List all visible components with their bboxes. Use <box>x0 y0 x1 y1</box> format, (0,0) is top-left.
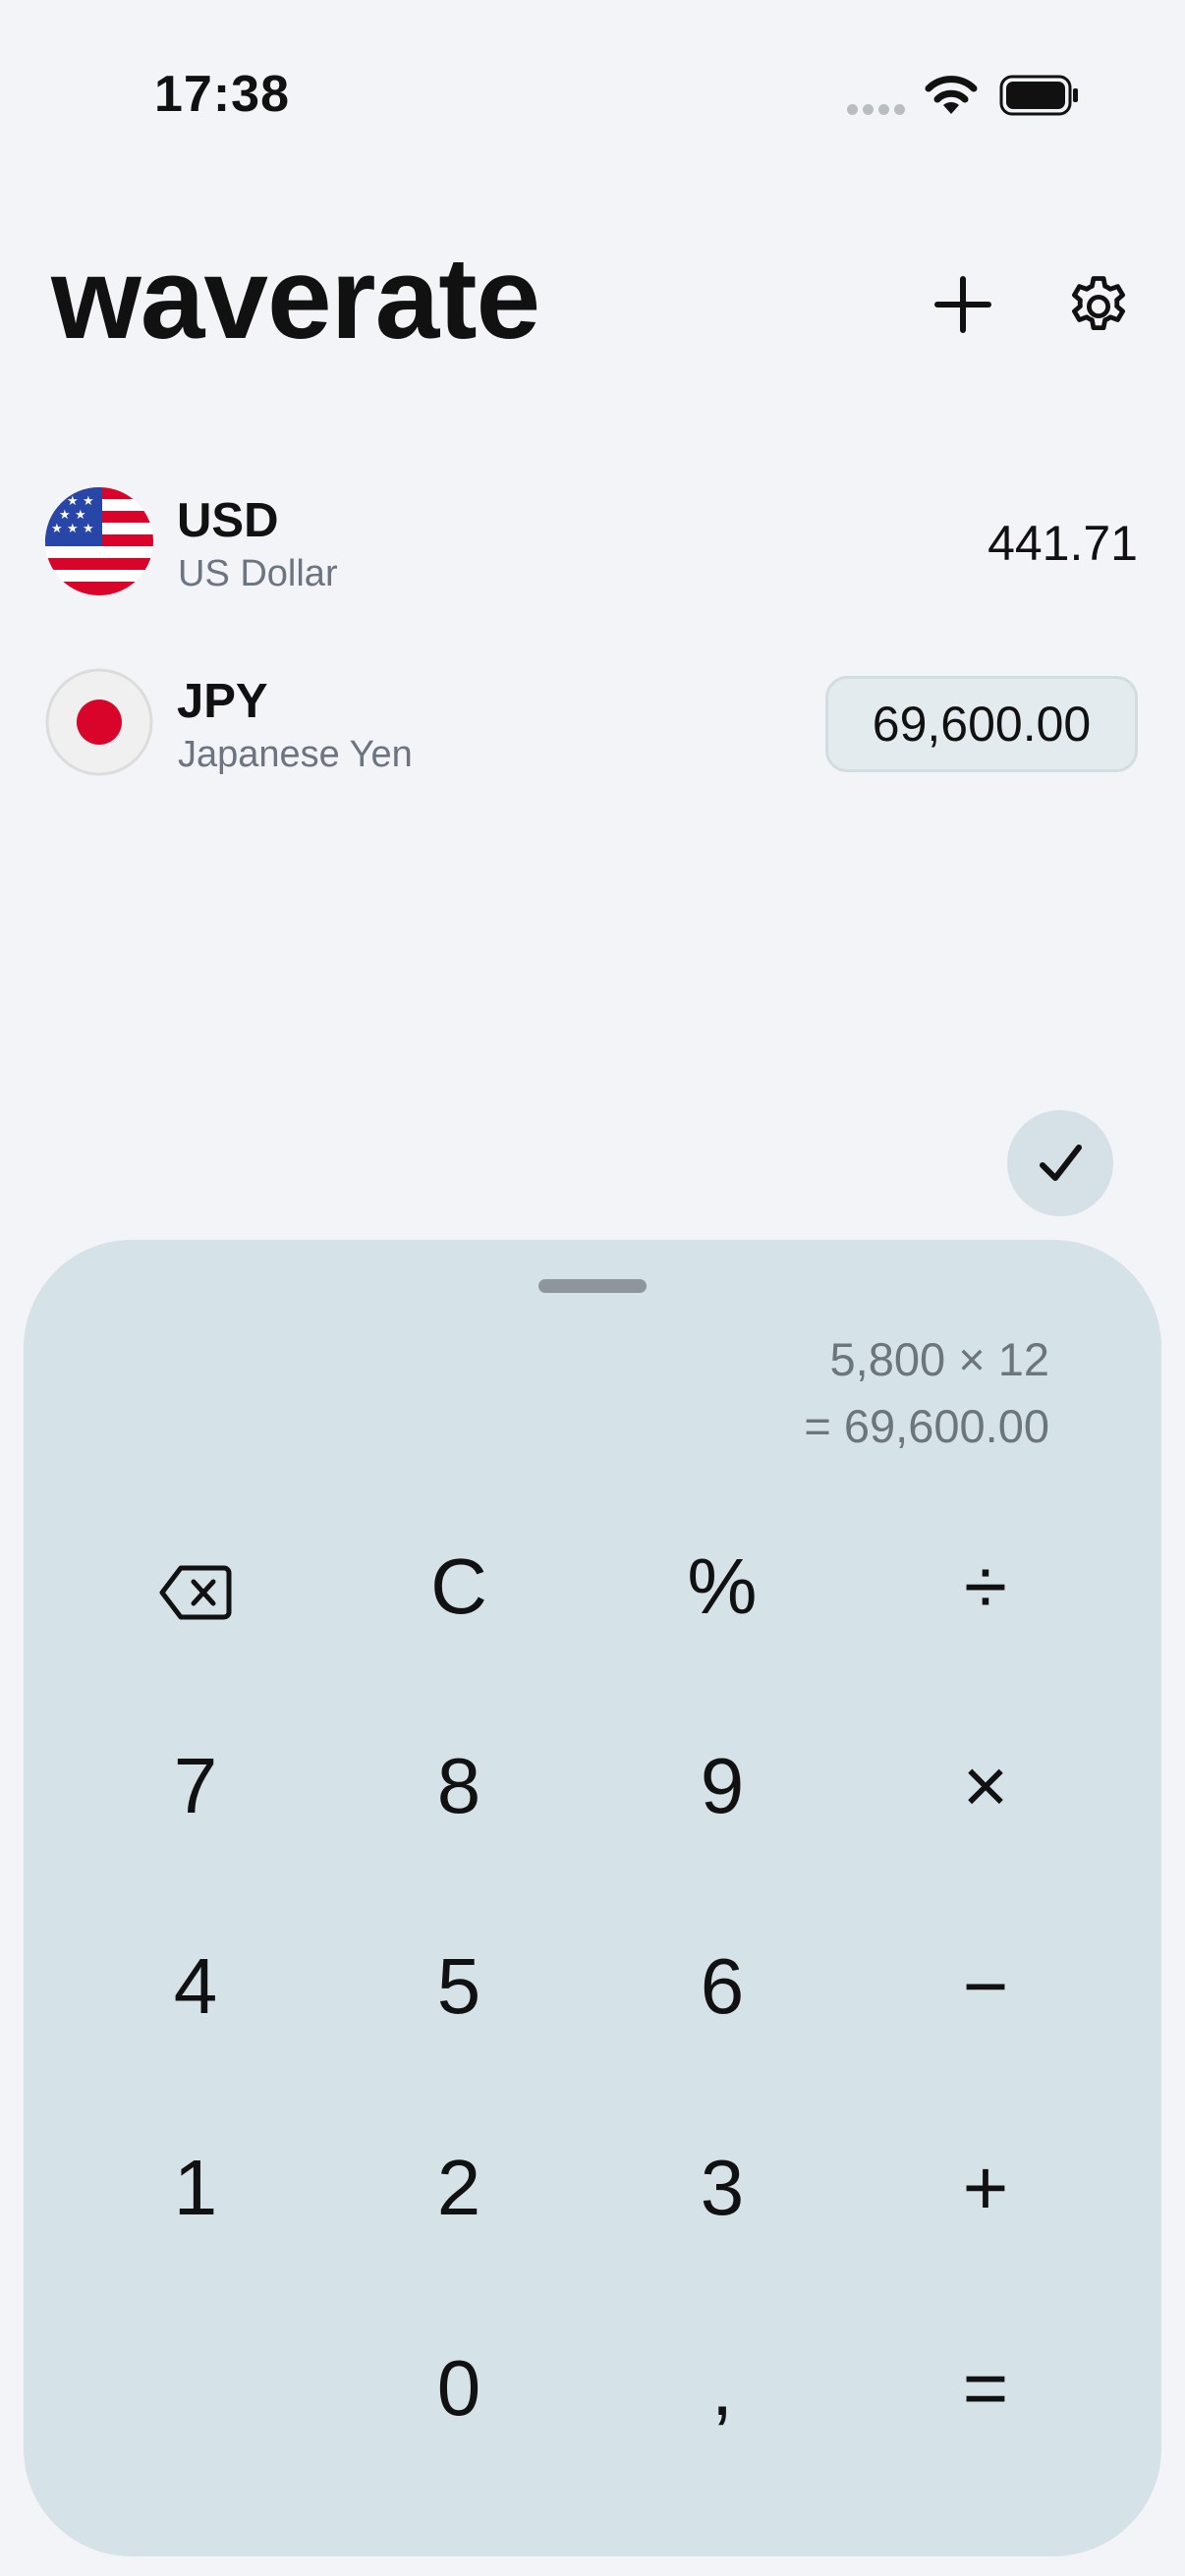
key-clear[interactable]: C <box>351 1503 567 1670</box>
key-4[interactable]: 4 <box>87 1903 304 2070</box>
cellular-signal-icon <box>847 102 910 120</box>
currency-name: US Dollar <box>178 553 338 594</box>
japan-flag-icon <box>45 668 153 776</box>
key-multiply[interactable]: × <box>877 1703 1094 1870</box>
wifi-icon <box>925 76 978 114</box>
currency-row-jpy[interactable]: JPY Japanese Yen 69,600.00 <box>0 650 1185 798</box>
svg-text:★: ★ <box>51 494 63 509</box>
key-percent[interactable]: % <box>614 1503 830 1670</box>
gear-icon <box>1072 276 1125 330</box>
status-time: 17:38 <box>154 66 290 123</box>
add-currency-button[interactable] <box>931 273 994 336</box>
svg-text:★: ★ <box>67 494 79 509</box>
status-bar: 17:38 <box>0 0 1185 147</box>
key-1[interactable]: 1 <box>87 2104 304 2271</box>
backspace-icon <box>159 1565 232 1620</box>
sheet-drag-handle[interactable] <box>538 1279 647 1293</box>
key-decimal-comma[interactable]: , <box>614 2305 830 2472</box>
currency-amount-input[interactable]: 69,600.00 <box>825 676 1138 772</box>
currency-code: USD <box>177 494 279 547</box>
calculator-expression: 5,800 × 12 <box>829 1333 1049 1385</box>
checkmark-icon <box>1040 1145 1082 1181</box>
key-equals[interactable]: = <box>877 2305 1094 2472</box>
key-add[interactable]: + <box>877 2104 1094 2271</box>
currency-row-usd[interactable]: ★ ★ ★ ★ ★ ★ ★ ★ USD US Dollar 441.71 <box>0 470 1185 617</box>
key-subtract[interactable]: − <box>877 1903 1094 2070</box>
calculator-sheet: 5,800 × 12 = 69,600.00 C % ÷ 7 8 9 × 4 5… <box>24 1240 1161 2556</box>
us-flag-icon: ★ ★ ★ ★ ★ ★ ★ ★ <box>45 487 153 595</box>
settings-button[interactable] <box>1063 271 1134 342</box>
key-8[interactable]: 8 <box>351 1703 567 1870</box>
svg-text:★: ★ <box>75 508 86 523</box>
svg-text:★: ★ <box>83 522 94 536</box>
key-9[interactable]: 9 <box>614 1703 830 1870</box>
key-backspace[interactable] <box>87 1503 304 1670</box>
key-7[interactable]: 7 <box>87 1703 304 1870</box>
currency-amount[interactable]: 441.71 <box>988 515 1138 572</box>
confirm-button[interactable] <box>1007 1110 1113 1216</box>
svg-text:★: ★ <box>51 522 63 536</box>
app-title: waverate <box>51 234 540 364</box>
key-5[interactable]: 5 <box>351 1903 567 2070</box>
svg-text:★: ★ <box>59 508 71 523</box>
svg-text:★: ★ <box>67 522 79 536</box>
battery-icon <box>999 75 1078 116</box>
currency-code: JPY <box>177 675 268 728</box>
key-0[interactable]: 0 <box>351 2305 567 2472</box>
key-2[interactable]: 2 <box>351 2104 567 2271</box>
key-divide[interactable]: ÷ <box>877 1503 1094 1670</box>
key-6[interactable]: 6 <box>614 1903 830 2070</box>
svg-text:★: ★ <box>83 494 94 509</box>
key-3[interactable]: 3 <box>614 2104 830 2271</box>
plus-icon <box>934 276 991 333</box>
currency-name: Japanese Yen <box>178 734 413 775</box>
calculator-result: = 69,600.00 <box>804 1400 1049 1452</box>
